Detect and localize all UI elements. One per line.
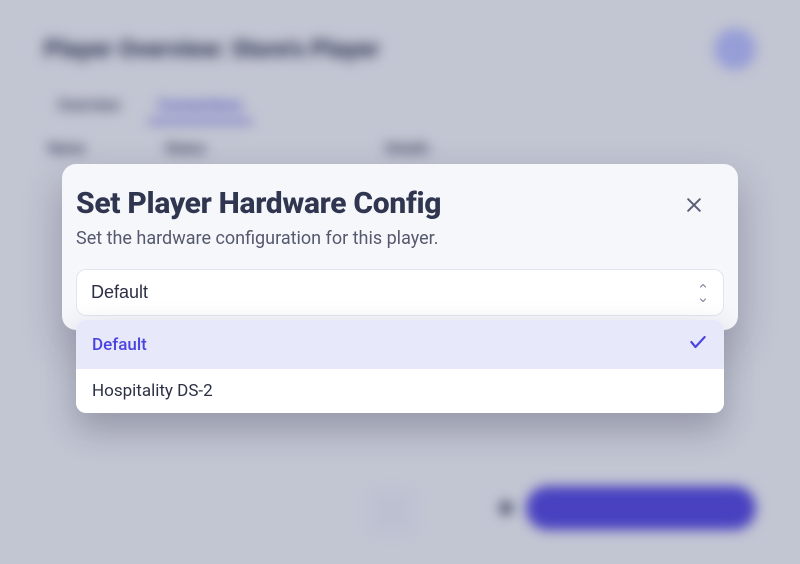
- close-icon: [684, 195, 704, 218]
- modal-title: Set Player Hardware Config: [76, 186, 441, 221]
- hardware-config-select[interactable]: Default: [76, 269, 724, 316]
- modal-subtitle: Set the hardware configuration for this …: [62, 228, 738, 269]
- check-icon: [688, 332, 708, 357]
- option-label: Default: [92, 335, 147, 355]
- option-hospitality-ds2[interactable]: Hospitality DS-2: [76, 369, 724, 413]
- chevron-up-down-icon: [697, 282, 709, 303]
- hardware-config-modal: Set Player Hardware Config Set the hardw…: [62, 164, 738, 330]
- close-button[interactable]: [678, 190, 710, 222]
- option-label: Hospitality DS-2: [92, 381, 213, 401]
- select-dropdown: Default Hospitality DS-2: [76, 320, 724, 413]
- select-value: Default: [91, 282, 148, 303]
- option-default[interactable]: Default: [76, 320, 724, 369]
